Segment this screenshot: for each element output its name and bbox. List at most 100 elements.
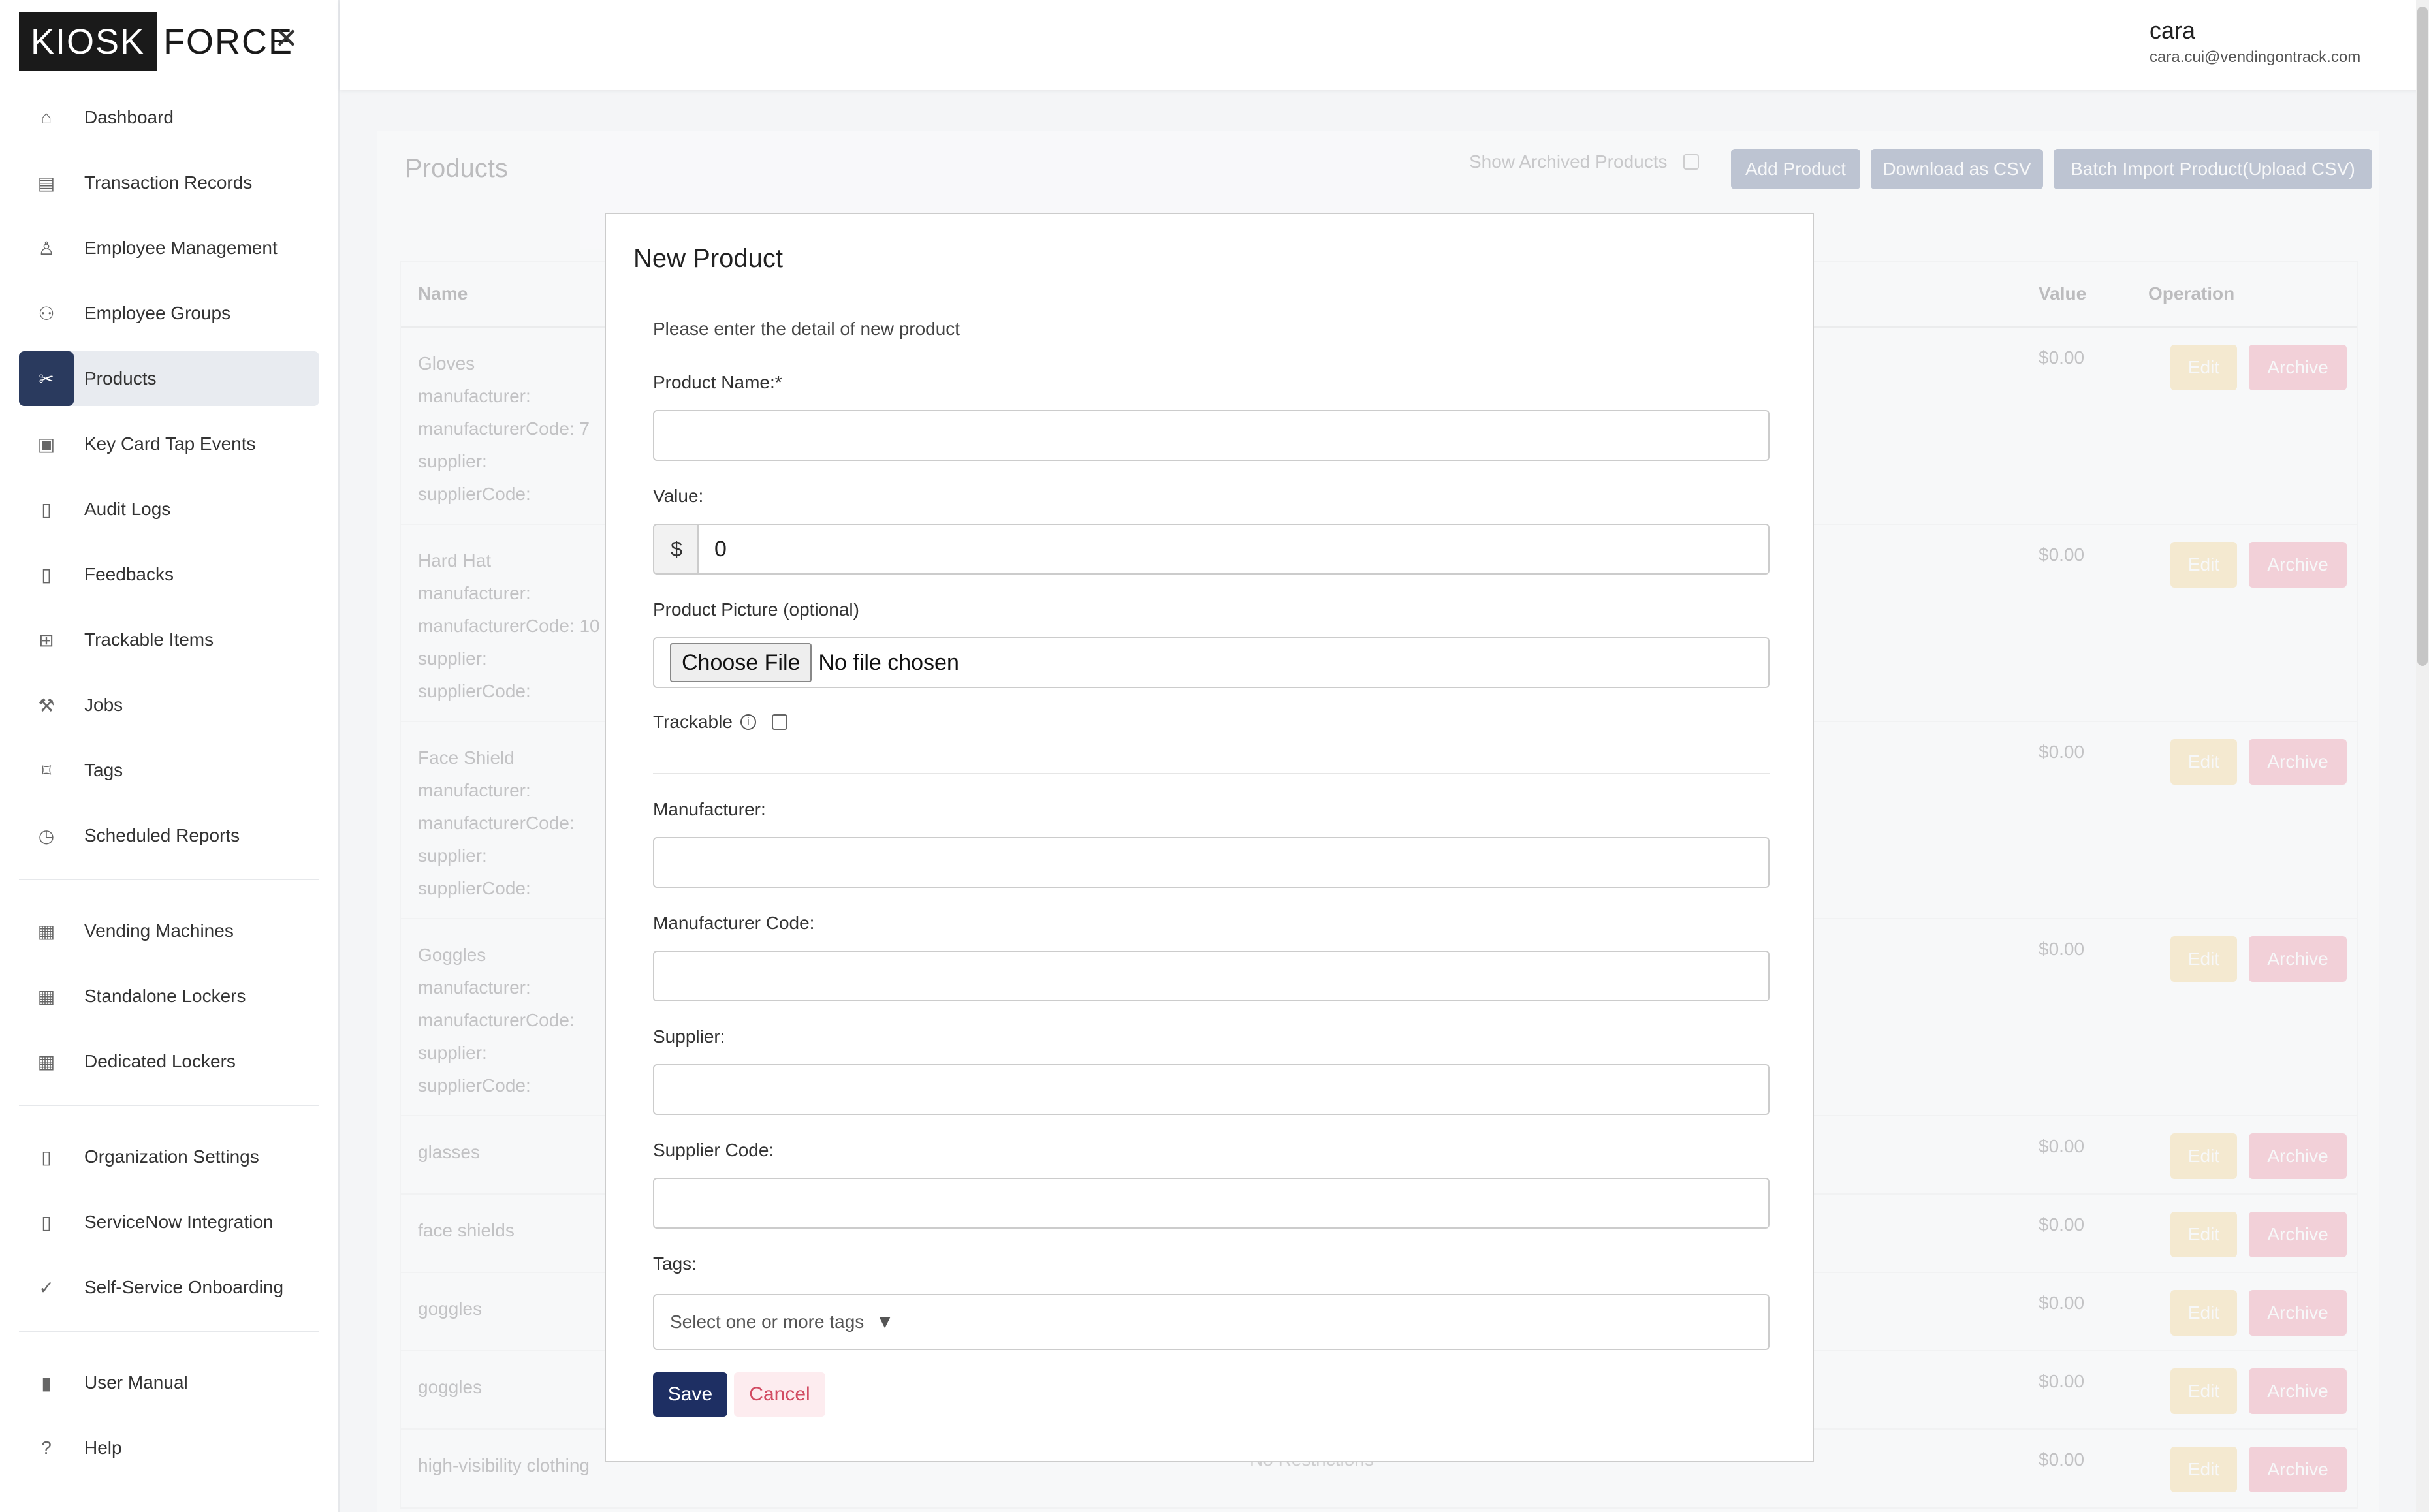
sidebar-item-scheduled-reports[interactable]: ◷ Scheduled Reports [19, 808, 319, 863]
close-sidebar-icon[interactable]: ✕ [274, 25, 298, 54]
product-name-cell: face shields [418, 1214, 515, 1247]
manufacturer-code-label: Manufacturer Code: [653, 913, 815, 933]
sidebar-item-employee-management[interactable]: ♙ Employee Management [19, 221, 319, 276]
clock-icon: ◷ [38, 825, 55, 846]
edit-button[interactable]: Edit [2170, 542, 2237, 588]
chevron-down-icon: ▼ [876, 1312, 894, 1332]
sidebar-item-tags[interactable]: ⌑ Tags [19, 743, 319, 798]
product-detail-line: manufacturerCode: 10 [418, 616, 600, 636]
column-value[interactable]: Value [2039, 283, 2086, 304]
sidebar-item-dedicated-lockers[interactable]: ▦ Dedicated Lockers [19, 1034, 319, 1089]
supplier-input[interactable] [653, 1064, 1770, 1115]
save-button[interactable]: Save [653, 1372, 727, 1417]
tools-icon: ✂ [19, 351, 74, 406]
user-name[interactable]: cara [2150, 17, 2195, 44]
trackable-checkbox[interactable] [771, 714, 787, 730]
tags-select[interactable]: Select one or more tags ▼ [653, 1294, 1770, 1350]
product-detail-line: supplierCode: [418, 484, 531, 504]
sidebar: KIOSK FORCE ✕ ⌂ Dashboard ▤ Transaction Rec… [0, 0, 340, 1512]
sidebar-item-label: ServiceNow Integration [84, 1212, 274, 1232]
id-card-icon: ▣ [37, 433, 56, 454]
edit-button[interactable]: Edit [2170, 345, 2237, 390]
sidebar-item-servicenow-integration[interactable]: ▯ ServiceNow Integration [19, 1195, 319, 1250]
product-value-cell: $0.00 [2039, 347, 2085, 368]
grid-icon: ▦ [37, 921, 56, 941]
show-archived-label: Show Archived Products [1469, 151, 1668, 172]
scrollbar-thumb[interactable] [2417, 7, 2428, 666]
archive-button[interactable]: Archive [2249, 1212, 2347, 1257]
show-archived-checkbox[interactable] [1683, 154, 1699, 170]
archive-button[interactable]: Archive [2249, 739, 2347, 785]
edit-button[interactable]: Edit [2170, 1133, 2237, 1179]
sidebar-item-employee-groups[interactable]: ⚇ Employee Groups [19, 286, 319, 341]
sidebar-item-audit-logs[interactable]: ▯ Audit Logs [19, 482, 319, 537]
sidebar-item-help[interactable]: ? Help [19, 1421, 319, 1475]
page-title: Products [405, 154, 508, 183]
info-icon[interactable]: i [740, 714, 756, 730]
table-icon: ▦ [37, 986, 56, 1007]
cancel-button[interactable]: Cancel [734, 1372, 825, 1417]
sidebar-item-label: Tags [84, 760, 123, 780]
sidebar-item-dashboard[interactable]: ⌂ Dashboard [19, 90, 319, 145]
book-icon: ▮ [41, 1372, 52, 1393]
sidebar-item-standalone-lockers[interactable]: ▦ Standalone Lockers [19, 969, 319, 1024]
modal-subtitle: Please enter the detail of new product [653, 319, 960, 339]
sidebar-item-label: Employee Groups [84, 303, 231, 323]
sidebar-item-user-manual[interactable]: ▮ User Manual [19, 1355, 319, 1410]
edit-button[interactable]: Edit [2170, 1212, 2237, 1257]
download-csv-button[interactable]: Download as CSV [1871, 149, 2043, 189]
edit-button[interactable]: Edit [2170, 1447, 2237, 1492]
new-product-modal: New Product Please enter the detail of n… [605, 213, 1814, 1462]
sidebar-item-feedbacks[interactable]: ▯ Feedbacks [19, 547, 319, 602]
edit-button[interactable]: Edit [2170, 1290, 2237, 1336]
edit-button[interactable]: Edit [2170, 1368, 2237, 1414]
edit-button[interactable]: Edit [2170, 936, 2237, 982]
sidebar-item-label: Feedbacks [84, 564, 174, 584]
sidebar-item-transaction-records[interactable]: ▤ Transaction Records [19, 155, 319, 210]
sidebar-item-organization-settings[interactable]: ▯ Organization Settings [19, 1129, 319, 1184]
archive-button[interactable]: Archive [2249, 1368, 2347, 1414]
sidebar-item-trackable-items[interactable]: ⊞ Trackable Items [19, 612, 319, 667]
manufacturer-code-input[interactable] [653, 951, 1770, 1001]
archive-button[interactable]: Archive [2249, 1133, 2347, 1179]
archive-button[interactable]: Archive [2249, 1290, 2347, 1336]
edit-button[interactable]: Edit [2170, 739, 2237, 785]
manufacturer-input[interactable] [653, 837, 1770, 888]
add-product-button[interactable]: Add Product [1731, 149, 1860, 189]
product-detail-line: Goggles [418, 945, 486, 965]
scrollbar[interactable] [2416, 0, 2429, 1512]
sidebar-divider [19, 1105, 319, 1106]
sidebar-item-key-card-tap-events[interactable]: ▣ Key Card Tap Events [19, 417, 319, 471]
sidebar-item-label: Vending Machines [84, 921, 234, 941]
sidebar-item-label: Transaction Records [84, 172, 253, 193]
product-detail-line: glasses [418, 1142, 480, 1162]
supplier-code-input[interactable] [653, 1178, 1770, 1229]
value-input[interactable]: 0 [697, 524, 1770, 575]
sidebar-item-self-service-onboarding[interactable]: ✓ Self-Service Onboarding [19, 1260, 319, 1315]
product-detail-line: manufacturerCode: 7 [418, 418, 590, 439]
archive-button[interactable]: Archive [2249, 542, 2347, 588]
product-value-cell: $0.00 [2039, 1214, 2085, 1235]
product-detail-line: supplier: [418, 451, 487, 471]
archive-button[interactable]: Archive [2249, 345, 2347, 390]
picture-label: Product Picture (optional) [653, 599, 859, 620]
archive-button[interactable]: Archive [2249, 936, 2347, 982]
archive-button[interactable]: Archive [2249, 1447, 2347, 1492]
product-name-input[interactable] [653, 410, 1770, 461]
choose-file-button[interactable]: Choose File [670, 643, 812, 682]
show-archived-toggle[interactable]: Show Archived Products [1469, 151, 1699, 172]
sidebar-item-products[interactable]: ✂ Products [19, 351, 319, 406]
batch-import-button[interactable]: Batch Import Product(Upload CSV) [2054, 149, 2372, 189]
sidebar-item-jobs[interactable]: ⚒ Jobs [19, 678, 319, 732]
document-icon: ▯ [41, 1212, 52, 1233]
sidebar-item-vending-machines[interactable]: ▦ Vending Machines [19, 904, 319, 958]
product-value-cell: $0.00 [2039, 544, 2085, 565]
column-name[interactable]: Name [418, 283, 468, 304]
product-detail-line: supplier: [418, 648, 487, 669]
document-icon: ▯ [41, 1146, 52, 1167]
sidebar-item-label: Products [84, 368, 157, 388]
column-operation: Operation [2148, 283, 2235, 304]
supplier-label: Supplier: [653, 1026, 725, 1047]
sidebar-divider [19, 1331, 319, 1332]
sidebar-item-label: Jobs [84, 695, 123, 715]
